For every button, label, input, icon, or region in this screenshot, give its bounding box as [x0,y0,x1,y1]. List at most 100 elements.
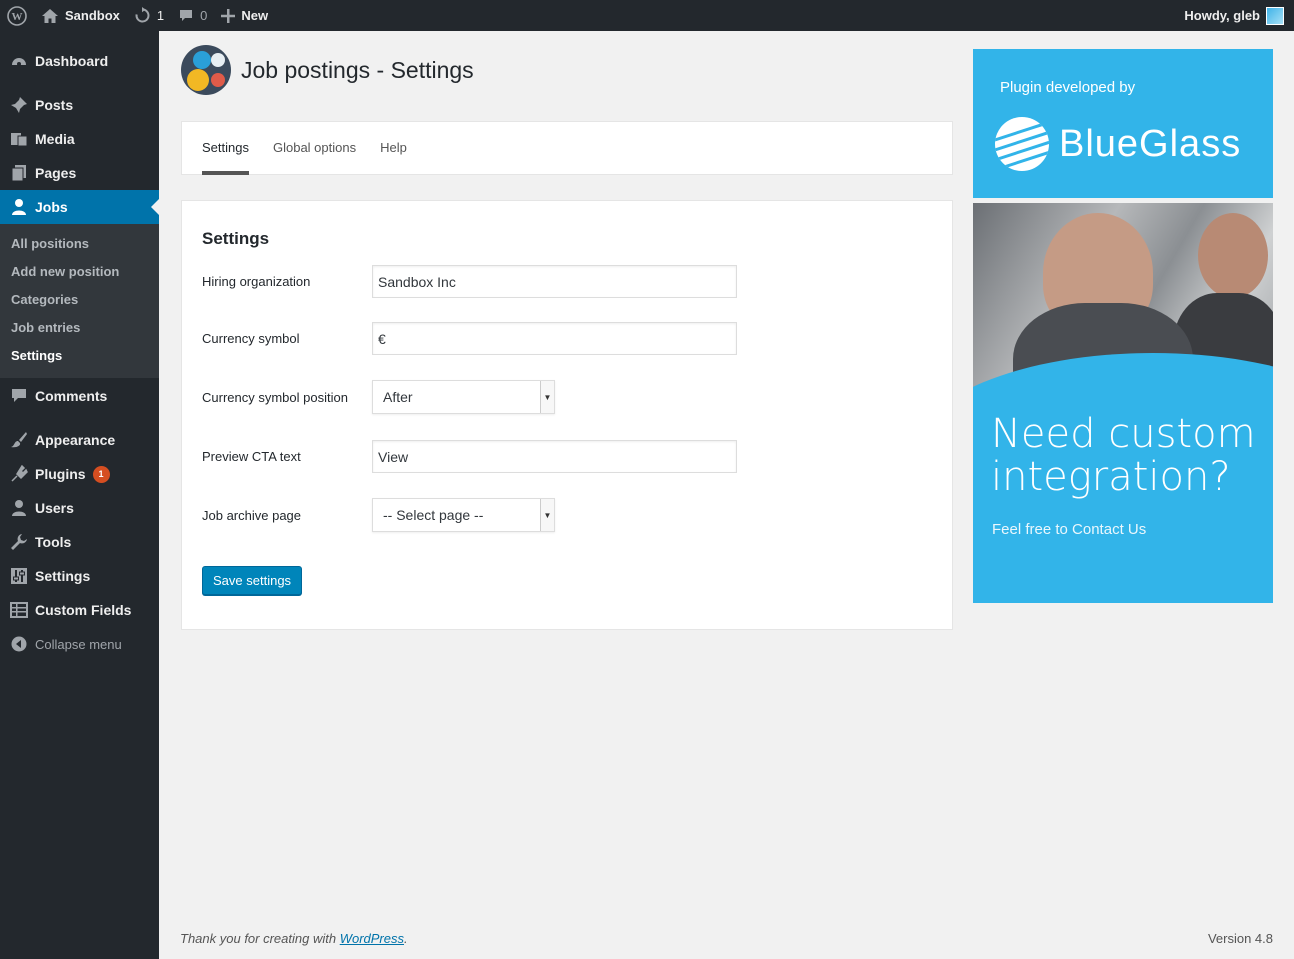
sidebar-item-appearance[interactable]: Appearance [0,423,159,457]
site-name: Sandbox [65,8,120,23]
new-label: New [241,8,269,23]
submenu-job-entries[interactable]: Job entries [0,314,159,342]
plugin-plug-icon [9,464,29,484]
sidebar-item-tools[interactable]: Tools [0,525,159,559]
ad-developed-by: Plugin developed by [1000,79,1136,96]
job-archive-page-label: Job archive page [202,507,302,523]
new-content-button[interactable]: New [214,0,275,31]
ad-brand: BlueGlass [995,117,1241,171]
sidebar-item-plugins[interactable]: Plugins 1 [0,457,159,491]
svg-text:W: W [12,11,23,23]
sidebar-item-label: Settings [35,568,91,584]
account-menu[interactable]: Howdy, gleb [1184,6,1294,25]
sidebar-item-settings[interactable]: Settings [0,559,159,593]
main-content: Job postings - Settings Settings Global … [159,31,1294,959]
sidebar-item-custom-fields[interactable]: Custom Fields [0,593,159,627]
comments-button[interactable]: 0 [171,0,214,31]
sliders-settings-icon [9,566,29,586]
job-archive-page-value: -- Select page -- [383,507,484,523]
collapse-menu-button[interactable]: Collapse menu [0,627,159,661]
preview-cta-text-label: Preview CTA text [202,449,301,464]
blueglass-globe-icon [995,117,1049,171]
field-row-currency-symbol: Currency symbol [202,322,737,355]
sidebar-item-label: Dashboard [35,53,109,69]
footer-version: Version 4.8 [1207,931,1273,946]
sidebar-item-label: Users [35,500,74,516]
paintbrush-icon [9,430,29,450]
jobs-submenu: All positions Add new position Categorie… [0,224,159,378]
job-archive-page-select[interactable]: -- Select page -- ▼ [372,498,555,532]
howdy-text: Howdy, gleb [1184,8,1260,23]
currency-position-value: After [383,389,413,405]
sidebar-item-posts[interactable]: Posts [0,88,159,122]
hiring-organization-label: Hiring organization [202,274,311,289]
refresh-icon [135,7,150,23]
sidebar-item-label: Comments [35,388,108,404]
ad-brand-name: BlueGlass [1059,122,1242,165]
field-row-currency-position: Currency symbol position After ▼ [202,380,555,414]
save-settings-button[interactable]: Save settings [202,566,303,595]
submenu-settings[interactable]: Settings [0,342,159,370]
home-icon [42,8,58,23]
sidebar-item-pages[interactable]: Pages [0,156,159,190]
collapse-arrow-icon [9,634,29,654]
field-row-job-archive-page: Job archive page -- Select page -- ▼ [202,498,555,532]
submenu-add-new-position[interactable]: Add new position [0,258,159,286]
wordpress-logo-button[interactable]: W [0,0,34,31]
settings-tabs: Settings Global options Help [181,121,953,175]
plugins-update-badge: 1 [92,465,110,483]
currency-symbol-position-label: Currency symbol position [202,389,348,405]
comment-bubble-icon [180,9,193,21]
blueglass-ad-banner[interactable]: Plugin developed by BlueGlass Need custo… [973,49,1273,603]
wordpress-icon: W [7,5,27,26]
currency-symbol-label: Currency symbol [202,331,300,346]
ad-photo-people-at-laptop [973,203,1273,413]
updates-button[interactable]: 1 [127,0,171,31]
ad-contact-link[interactable]: Feel free to Contact Us [992,521,1146,538]
grid-table-icon [9,600,29,620]
settings-panel: Settings Hiring organization Currency sy… [181,200,953,630]
sidebar-item-users[interactable]: Users [0,491,159,525]
users-icon [9,498,29,518]
chevron-down-icon: ▼ [540,381,554,413]
sidebar-item-label: Tools [35,534,72,550]
submenu-all-positions[interactable]: All positions [0,230,159,258]
media-camera-icon [9,129,29,149]
currency-symbol-input[interactable] [372,322,737,355]
sidebar-item-dashboard[interactable]: Dashboard [0,44,159,78]
ad-cta-area: Need custom integration? Feel free to Co… [973,413,1273,603]
avatar [1266,6,1284,25]
tab-global-options[interactable]: Global options [273,122,356,175]
sidebar-item-label: Custom Fields [35,602,132,618]
sidebar-item-label: Plugins [35,466,86,482]
wrench-icon [9,532,29,552]
person-icon [9,197,29,217]
page-title: Job postings - Settings [241,56,474,83]
tab-help[interactable]: Help [380,122,407,175]
field-row-hiring-organization: Hiring organization [202,265,737,298]
page-header: Job postings - Settings [181,45,474,95]
pushpin-icon [9,95,29,115]
chevron-down-icon: ▼ [540,499,554,531]
site-name-button[interactable]: Sandbox [34,0,127,31]
dashboard-gauge-icon [9,51,29,71]
ad-headline: Need custom integration? [991,411,1256,500]
plus-icon [221,8,236,23]
ad-header: Plugin developed by BlueGlass [973,49,1273,198]
sidebar-item-label: Jobs [35,199,68,215]
sidebar-item-label: Posts [35,97,74,113]
preview-cta-text-input[interactable] [372,440,737,473]
tab-settings[interactable]: Settings [202,122,249,175]
submenu-categories[interactable]: Categories [0,286,159,314]
job-postings-logo-icon [181,45,231,95]
sidebar-item-label: Media [35,131,75,147]
comments-count: 0 [200,8,208,23]
currency-symbol-position-select[interactable]: After ▼ [372,380,555,414]
sidebar-item-label: Appearance [35,432,116,448]
hiring-organization-input[interactable] [372,265,737,298]
sidebar-item-comments[interactable]: Comments [0,379,159,413]
sidebar-item-label: Collapse menu [35,636,122,652]
sidebar-item-media[interactable]: Media [0,122,159,156]
wordpress-link[interactable]: WordPress [340,931,404,946]
sidebar-item-jobs[interactable]: Jobs [0,190,159,224]
